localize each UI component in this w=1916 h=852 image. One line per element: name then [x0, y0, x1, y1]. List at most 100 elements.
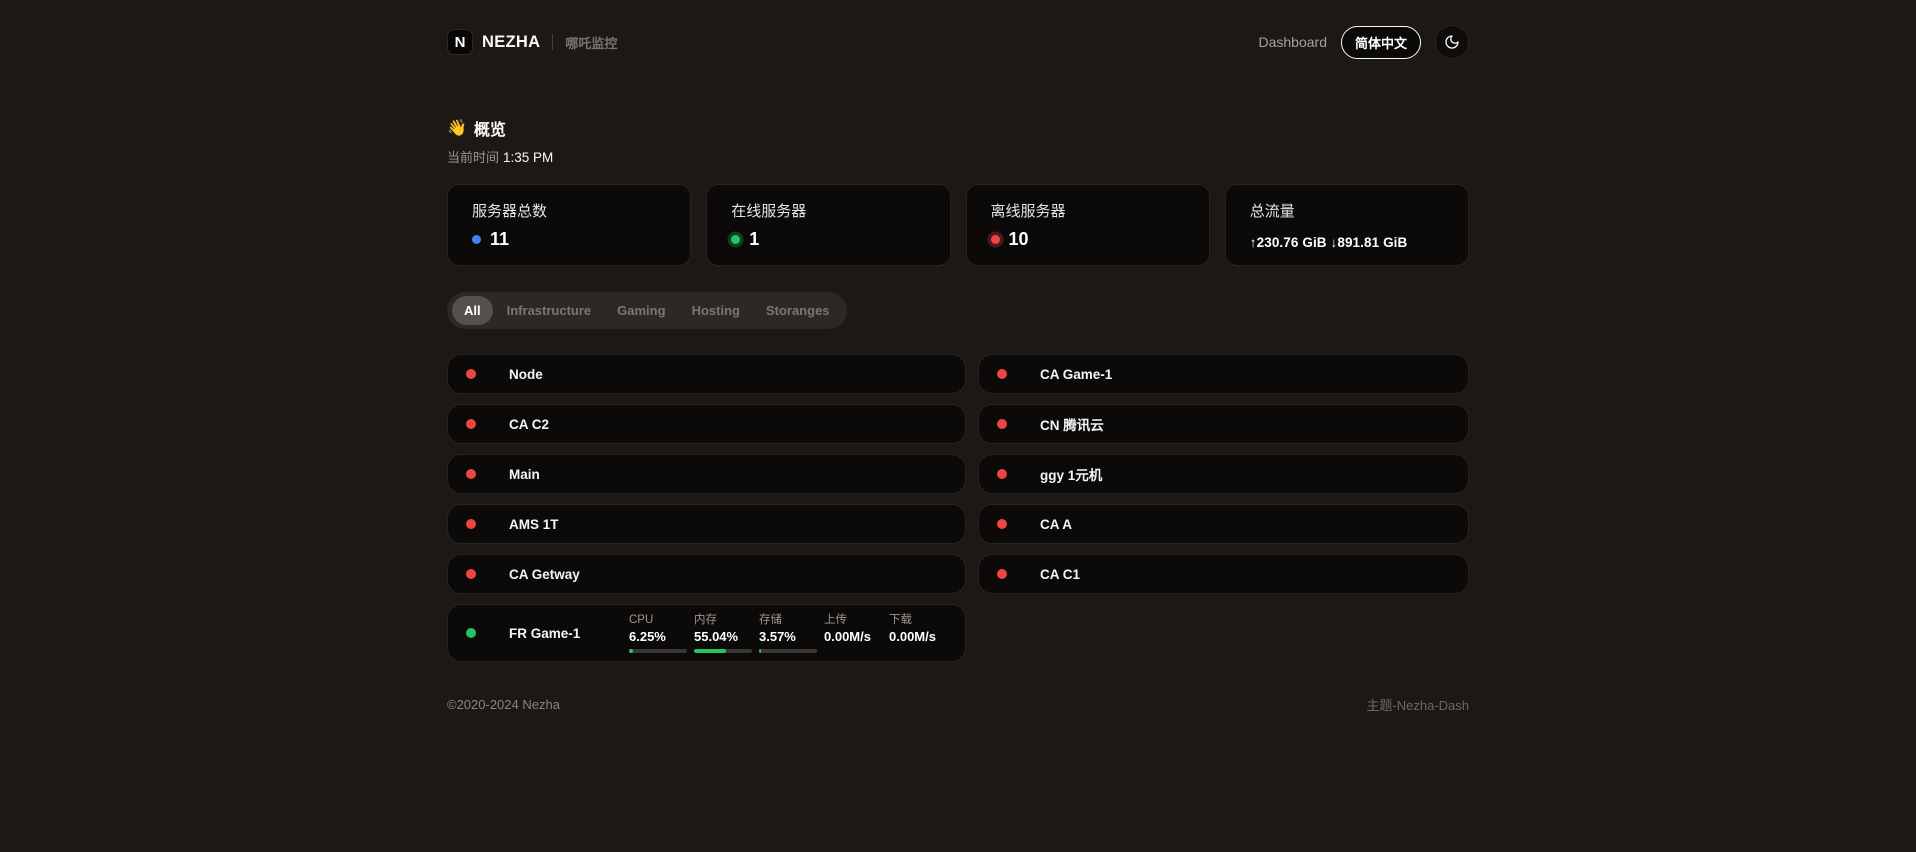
header-nav: Dashboard 简体中文: [1258, 25, 1469, 59]
tab-all[interactable]: All: [452, 296, 493, 325]
brand-logo[interactable]: N NEZHA 哪吒监控: [447, 29, 617, 55]
server-row[interactable]: Main: [447, 454, 966, 494]
metric-value: 0.00M/s: [889, 628, 947, 646]
wave-emoji-icon: 👋: [447, 118, 467, 138]
theme-toggle-button[interactable]: [1435, 25, 1469, 59]
server-status-dot-icon: [997, 469, 1007, 479]
metric-label: 下载: [889, 613, 947, 627]
metric-progress-bar: [759, 649, 817, 653]
metric-value: 3.57%: [759, 628, 817, 646]
stat-card[interactable]: 总流量 ↑230.76 GiB ↓891.81 GiB: [1225, 184, 1469, 266]
tab-gaming[interactable]: Gaming: [605, 296, 677, 325]
brand-name: NEZHA: [482, 33, 540, 52]
current-time-label: 当前时间: [447, 150, 499, 165]
server-status-dot-icon: [466, 519, 476, 529]
server-row[interactable]: CA Game-1: [978, 354, 1469, 394]
footer: ©2020-2024 Nezha 主题-Nezha-Dash: [447, 695, 1469, 754]
footer-theme-credit[interactable]: 主题-Nezha-Dash: [1366, 695, 1469, 714]
tab-hosting[interactable]: Hosting: [680, 296, 752, 325]
server-status-dot-icon: [997, 419, 1007, 429]
stats-grid: 服务器总数 11 在线服务器 1 离线服务器 10 总流量 ↑230.76 Gi…: [447, 184, 1469, 266]
metric-value: 6.25%: [629, 628, 687, 646]
server-status-dot-icon: [466, 369, 476, 379]
server-name: Node: [509, 367, 629, 382]
server-name: FR Game-1: [509, 626, 629, 641]
stat-card-value: 1: [749, 229, 759, 250]
server-row[interactable]: FR Game-1 CPU 6.25% 内存 55.04% 存储 3.57% 上…: [447, 604, 966, 662]
server-status-dot-icon: [997, 519, 1007, 529]
stat-card[interactable]: 在线服务器 1: [706, 184, 950, 266]
overview-section: 👋 概览 当前时间 1:35 PM: [447, 116, 1469, 166]
metric-progress-fill: [629, 649, 633, 653]
server-metric: 上传 0.00M/s: [824, 613, 882, 646]
page-title: 👋 概览: [447, 116, 1469, 140]
server-row[interactable]: CN 腾讯云: [978, 404, 1469, 444]
stat-card-value: 11: [490, 229, 509, 250]
server-name: Main: [509, 467, 629, 482]
server-grid: Node CA Game-1 CA C2 CN 腾讯云 Main ggy 1元机…: [447, 354, 1469, 662]
brand-divider: [552, 34, 553, 50]
server-name: CA C1: [1040, 567, 1160, 582]
metric-progress-bar: [629, 649, 687, 653]
stat-card-title: 离线服务器: [991, 200, 1185, 221]
stat-card-value-row: 10: [991, 229, 1185, 250]
page-title-text: 概览: [474, 116, 506, 140]
server-name: AMS 1T: [509, 517, 629, 532]
stat-card-title: 总流量: [1250, 200, 1444, 221]
server-row[interactable]: CA C1: [978, 554, 1469, 594]
metric-value: 0.00M/s: [824, 628, 882, 646]
group-tabs-wrap: All Infrastructure Gaming Hosting Storan…: [447, 292, 1469, 329]
status-dot-icon: [472, 235, 481, 244]
brand-subtitle: 哪吒监控: [565, 33, 617, 52]
status-dot-icon: [731, 235, 740, 244]
stat-card-value: ↑230.76 GiB ↓891.81 GiB: [1250, 235, 1408, 250]
nav-dashboard-link[interactable]: Dashboard: [1258, 34, 1327, 50]
stat-card-value-row: 1: [731, 229, 925, 250]
language-button[interactable]: 简体中文: [1341, 26, 1421, 59]
current-time-value: 1:35 PM: [503, 150, 553, 165]
server-name: CA Game-1: [1040, 367, 1160, 382]
server-row[interactable]: CA Getway: [447, 554, 966, 594]
server-name: CA C2: [509, 417, 629, 432]
metric-label: 内存: [694, 613, 752, 627]
metric-label: 存储: [759, 613, 817, 627]
stat-card-title: 在线服务器: [731, 200, 925, 221]
footer-copyright: ©2020-2024 Nezha: [447, 697, 560, 712]
server-status-dot-icon: [466, 628, 476, 638]
server-name: CA Getway: [509, 567, 629, 582]
tab-infrastructure[interactable]: Infrastructure: [495, 296, 604, 325]
server-status-dot-icon: [466, 469, 476, 479]
server-status-dot-icon: [466, 569, 476, 579]
page-container: N NEZHA 哪吒监控 Dashboard 简体中文 👋 概览 当前时间 1:3…: [446, 0, 1470, 754]
server-row[interactable]: AMS 1T: [447, 504, 966, 544]
tab-storanges[interactable]: Storanges: [754, 296, 842, 325]
stat-card[interactable]: 服务器总数 11: [447, 184, 691, 266]
server-row[interactable]: Node: [447, 354, 966, 394]
server-name: CN 腾讯云: [1040, 414, 1160, 434]
stat-card-value: 10: [1009, 229, 1029, 250]
server-status-dot-icon: [466, 419, 476, 429]
metric-progress-bar: [694, 649, 752, 653]
metric-value: 55.04%: [694, 628, 752, 646]
server-row[interactable]: ggy 1元机: [978, 454, 1469, 494]
server-name: CA A: [1040, 517, 1160, 532]
stat-card-title: 服务器总数: [472, 200, 666, 221]
stat-card[interactable]: 离线服务器 10: [966, 184, 1210, 266]
server-metric: 存储 3.57%: [759, 613, 817, 653]
server-row[interactable]: CA C2: [447, 404, 966, 444]
group-tabs: All Infrastructure Gaming Hosting Storan…: [447, 292, 847, 329]
metric-label: 上传: [824, 613, 882, 627]
server-status-dot-icon: [997, 569, 1007, 579]
metric-progress-fill: [759, 649, 761, 653]
stat-card-value-row: 11: [472, 229, 666, 250]
server-metric: CPU 6.25%: [629, 613, 687, 653]
server-row[interactable]: CA A: [978, 504, 1469, 544]
logo-letter-icon: N: [447, 29, 473, 55]
moon-icon: [1444, 34, 1460, 50]
metric-progress-fill: [694, 649, 726, 653]
server-name: ggy 1元机: [1040, 464, 1160, 484]
header: N NEZHA 哪吒监控 Dashboard 简体中文: [447, 0, 1469, 60]
server-metric: 内存 55.04%: [694, 613, 752, 653]
server-metrics: CPU 6.25% 内存 55.04% 存储 3.57% 上传 0.00M/s …: [629, 613, 947, 653]
status-dot-icon: [991, 235, 1000, 244]
